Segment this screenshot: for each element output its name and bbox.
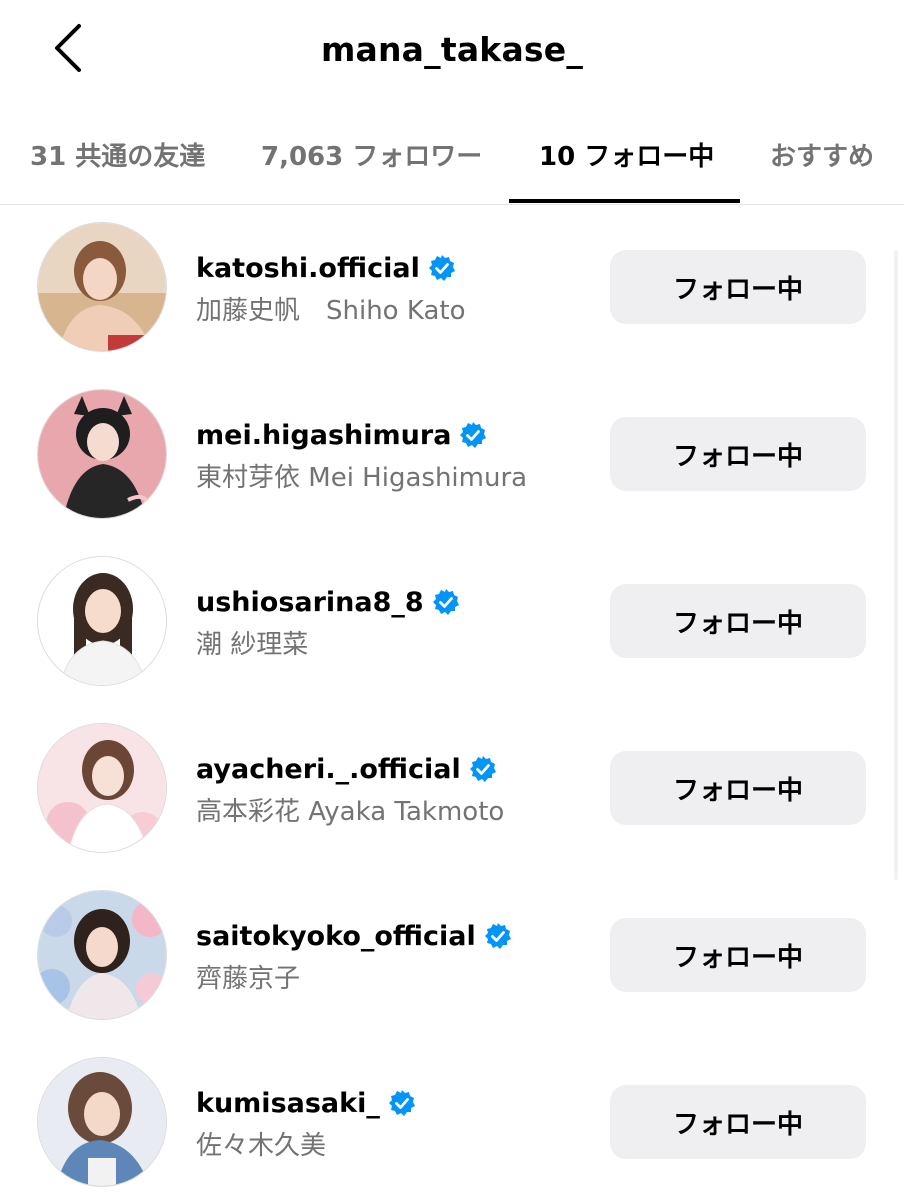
verified-badge-icon: [428, 254, 456, 282]
following-button[interactable]: フォロー中: [610, 250, 866, 324]
verified-badge-icon: [432, 588, 460, 616]
avatar[interactable]: [37, 389, 167, 519]
username[interactable]: kumisasaki_: [196, 1088, 380, 1119]
username[interactable]: ayacheri._.official: [196, 754, 461, 785]
full-name: 齊藤京子: [196, 964, 301, 994]
full-name: 佐々木久美: [196, 1131, 327, 1161]
avatar[interactable]: [37, 556, 167, 686]
list-item[interactable]: mei.higashimura 東村芽依 Mei Higashimura フォロ…: [0, 371, 904, 538]
following-button[interactable]: フォロー中: [610, 584, 866, 658]
following-button[interactable]: フォロー中: [610, 751, 866, 825]
list-item[interactable]: saitokyoko_official 齊藤京子 フォロー中: [0, 872, 904, 1039]
full-name: 潮 紗理菜: [196, 630, 309, 660]
username[interactable]: mei.higashimura: [196, 420, 451, 451]
page-title: mana_takase_: [320, 30, 584, 69]
username-line: ayacheri._.official: [196, 751, 497, 787]
username-line: kumisasaki_: [196, 1085, 416, 1121]
tab-following[interactable]: 10 フォロー中: [539, 136, 714, 173]
tab-followers[interactable]: 7,063 フォロワー: [261, 136, 482, 173]
username-line: katoshi.official: [196, 250, 456, 286]
avatar[interactable]: [37, 890, 167, 1020]
full-name: 加藤史帆 Shiho Kato: [196, 296, 466, 326]
verified-badge-icon: [484, 922, 512, 950]
full-name: 高本彩花 Ayaka Takmoto: [196, 797, 505, 827]
avatar[interactable]: [37, 723, 167, 853]
active-tab-indicator: [509, 199, 740, 203]
header: mana_takase_: [0, 0, 904, 108]
username-line: mei.higashimura: [196, 417, 487, 453]
tab-mutual-friends[interactable]: 31 共通の友達: [30, 136, 205, 173]
verified-badge-icon: [388, 1089, 416, 1117]
app-screen: mana_takase_ 31 共通の友達 7,063 フォロワー 10 フォロ…: [0, 0, 904, 1200]
username[interactable]: saitokyoko_official: [196, 921, 476, 952]
avatar[interactable]: [37, 1057, 167, 1187]
following-button[interactable]: フォロー中: [610, 417, 866, 491]
username[interactable]: katoshi.official: [196, 253, 420, 284]
list-item[interactable]: kumisasaki_ 佐々木久美 フォロー中: [0, 1039, 904, 1200]
list-item[interactable]: ayacheri._.official 高本彩花 Ayaka Takmoto フ…: [0, 705, 904, 872]
following-button[interactable]: フォロー中: [610, 918, 866, 992]
username-line: ushiosarina8_8: [196, 584, 460, 620]
list-item[interactable]: ushiosarina8_8 潮 紗理菜 フォロー中: [0, 538, 904, 705]
tab-suggested[interactable]: おすすめ: [770, 136, 874, 173]
avatar[interactable]: [37, 222, 167, 352]
username[interactable]: ushiosarina8_8: [196, 587, 424, 618]
full-name: 東村芽依 Mei Higashimura: [196, 463, 528, 493]
username-line: saitokyoko_official: [196, 918, 512, 954]
verified-badge-icon: [469, 755, 497, 783]
list-item[interactable]: katoshi.official 加藤史帆 Shiho Kato フォロー中: [0, 204, 904, 371]
tab-bar: 31 共通の友達 7,063 フォロワー 10 フォロー中 おすすめ: [0, 108, 904, 205]
verified-badge-icon: [459, 421, 487, 449]
scrollbar[interactable]: [894, 250, 898, 880]
following-button[interactable]: フォロー中: [610, 1085, 866, 1159]
following-list: katoshi.official 加藤史帆 Shiho Kato フォロー中 m…: [0, 204, 904, 1200]
